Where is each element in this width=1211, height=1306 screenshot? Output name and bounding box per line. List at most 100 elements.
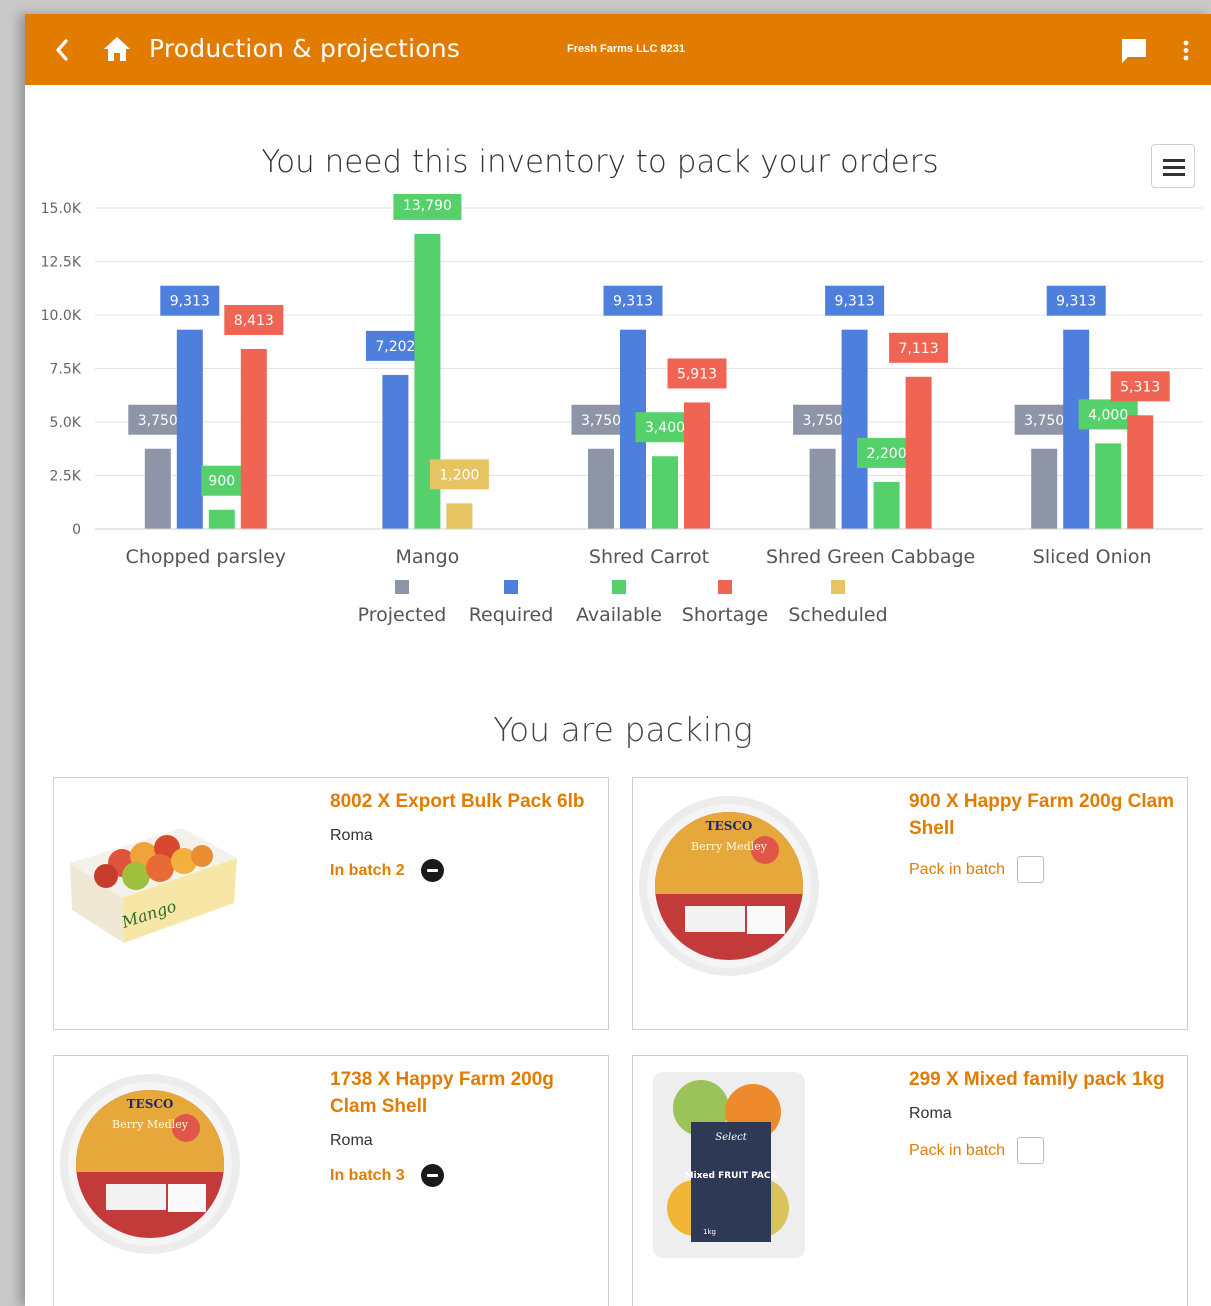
company-name: Fresh Farms LLC 8231	[567, 43, 685, 55]
y-tick-label: 7.5K	[50, 362, 82, 378]
pack-in-batch-checkbox[interactable]	[1017, 856, 1045, 883]
legend-swatch	[504, 580, 518, 594]
chat-icon[interactable]	[1119, 36, 1149, 66]
y-tick-label: 5.0K	[50, 415, 82, 431]
fruit-pack-image: Select Mixed FRUIT PACK 1kg	[653, 1072, 805, 1258]
y-tick-label: 12.5K	[41, 255, 82, 271]
card-info: 8002 X Export Bulk Pack 6lb Roma In batc…	[330, 788, 602, 882]
chart-legend: Projected Required Available Shortage Schedu…	[25, 580, 1211, 640]
bar-available	[652, 456, 678, 529]
hamburger-icon	[1163, 173, 1185, 176]
bar-available	[208, 509, 235, 529]
legend-swatch	[395, 580, 409, 594]
packing-card[interactable]: Mango 8002 X Export Bulk Pack 6lb Roma I…	[53, 777, 609, 1030]
bar-shortage	[240, 348, 267, 529]
legend-item-scheduled[interactable]: Scheduled	[788, 580, 888, 626]
tesco-brand-label: TESCO	[706, 819, 753, 833]
bar-required	[176, 329, 203, 529]
data-label: 7,113	[899, 341, 939, 357]
packing-card[interactable]: TESCO Berry Medley 900 X Happy Farm 200g…	[632, 777, 1188, 1030]
bar-scheduled	[446, 503, 473, 529]
data-label: 1,200	[439, 467, 479, 483]
legend-item-shortage[interactable]: Shortage	[675, 580, 775, 626]
card-info: 1738 X Happy Farm 200g Clam Shell Roma I…	[330, 1066, 602, 1187]
x-category-label: Chopped parsley	[126, 546, 286, 568]
chart-menu-button[interactable]	[1151, 144, 1195, 188]
packing-title: You are packing	[493, 710, 753, 749]
remove-from-batch-icon[interactable]	[420, 1164, 444, 1187]
back-arrow-icon[interactable]	[51, 36, 73, 64]
bar-available	[873, 481, 900, 529]
pack-in-batch-label: Pack in batch	[909, 860, 1006, 878]
bar-projected	[1031, 448, 1058, 529]
data-label: 4,000	[1088, 407, 1128, 423]
data-label: 7,202	[375, 339, 415, 355]
hamburger-icon	[1163, 159, 1185, 162]
data-label: 3,750	[581, 413, 621, 429]
x-category-label: Shred Carrot	[589, 546, 709, 568]
legend-item-available[interactable]: Available	[569, 580, 669, 626]
bar-required	[382, 374, 409, 529]
fruit-pack-label: Mixed FRUIT PACK	[685, 1171, 779, 1181]
data-label: 5,913	[677, 366, 717, 382]
data-label: 2,200	[867, 446, 907, 462]
product-title: 8002 X Export Bulk Pack 6lb	[330, 791, 585, 812]
chart-title: You need this inventory to pack your ord…	[261, 144, 939, 180]
bar-projected	[809, 448, 836, 529]
y-tick-label: 2.5K	[50, 469, 82, 485]
data-label: 9,313	[613, 294, 653, 310]
card-info: 299 X Mixed family pack 1kg Roma Pack in…	[909, 1066, 1181, 1164]
data-label: 900	[208, 474, 235, 490]
pack-in-batch-checkbox[interactable]	[1017, 1137, 1045, 1164]
data-label: 5,313	[1120, 379, 1160, 395]
data-label: 9,313	[170, 294, 210, 310]
more-vertical-icon[interactable]	[1177, 38, 1195, 64]
x-category-label: Mango	[396, 546, 460, 568]
page-title: Production & projections	[149, 34, 461, 63]
x-category-label: Sliced Onion	[1033, 546, 1152, 568]
inventory-bar-chart: 0 2.5K 5.0K 7.5K 10.0K 12.5K 15.0K 3,750 9,313 90…	[41, 194, 1203, 568]
legend-label: Available	[575, 604, 662, 626]
bar-available	[1095, 443, 1122, 529]
card-info: 900 X Happy Farm 200g Clam Shell Pack in…	[909, 788, 1181, 883]
mango-box-image: Mango	[70, 828, 237, 943]
legend-swatch	[718, 580, 732, 594]
pack-in-batch: Pack in batch	[909, 1137, 1181, 1164]
y-tick-label: 15.0K	[41, 201, 82, 217]
bar-projected	[144, 448, 171, 529]
fruit-pack-weight: 1kg	[703, 1228, 716, 1236]
legend-item-required[interactable]: Required	[461, 580, 561, 626]
app-screen: Production & projections Fresh Farms LLC…	[25, 14, 1211, 1306]
data-label: 8,413	[234, 313, 274, 329]
legend-label: Shortage	[681, 604, 769, 626]
product-title: 299 X Mixed family pack 1kg	[909, 1069, 1165, 1090]
bar-shortage	[1127, 415, 1154, 529]
y-tick-label: 0	[72, 522, 81, 538]
bar-projected	[588, 448, 614, 529]
berry-medley-label: Berry Medley	[112, 1118, 189, 1131]
remove-from-batch-icon[interactable]	[420, 859, 444, 882]
pack-in-batch: Pack in batch	[909, 856, 1181, 883]
pack-in-batch-label: Pack in batch	[909, 1141, 1006, 1159]
berry-medley-image: TESCO Berry Medley	[639, 796, 819, 976]
data-label: 9,313	[1056, 294, 1096, 310]
app-header: Production & projections Fresh Farms LLC…	[25, 14, 1211, 85]
packing-card[interactable]: Select Mixed FRUIT PACK 1kg 299 X Mixed …	[632, 1055, 1188, 1306]
legend-label: Scheduled	[788, 604, 888, 626]
bar-shortage	[684, 402, 710, 529]
tesco-brand-label: TESCO	[127, 1097, 174, 1111]
legend-swatch	[831, 580, 845, 594]
data-label: 3,750	[1024, 413, 1064, 429]
batch-status: In batch 2	[330, 859, 602, 882]
product-variety: Roma	[909, 1105, 952, 1122]
product-title: 900 X Happy Farm 200g Clam Shell	[909, 791, 1175, 839]
legend-item-projected[interactable]: Projected	[352, 580, 452, 626]
data-label: 3,400	[645, 420, 685, 436]
legend-label: Projected	[357, 604, 447, 626]
y-tick-label: 10.0K	[41, 308, 82, 324]
data-label: 3,750	[803, 413, 843, 429]
product-variety: Roma	[330, 827, 373, 844]
batch-label: In batch 2	[330, 861, 405, 879]
home-icon[interactable]	[103, 36, 131, 62]
packing-card[interactable]: TESCO Berry Medley 1738 X Happy Farm 200…	[53, 1055, 609, 1306]
